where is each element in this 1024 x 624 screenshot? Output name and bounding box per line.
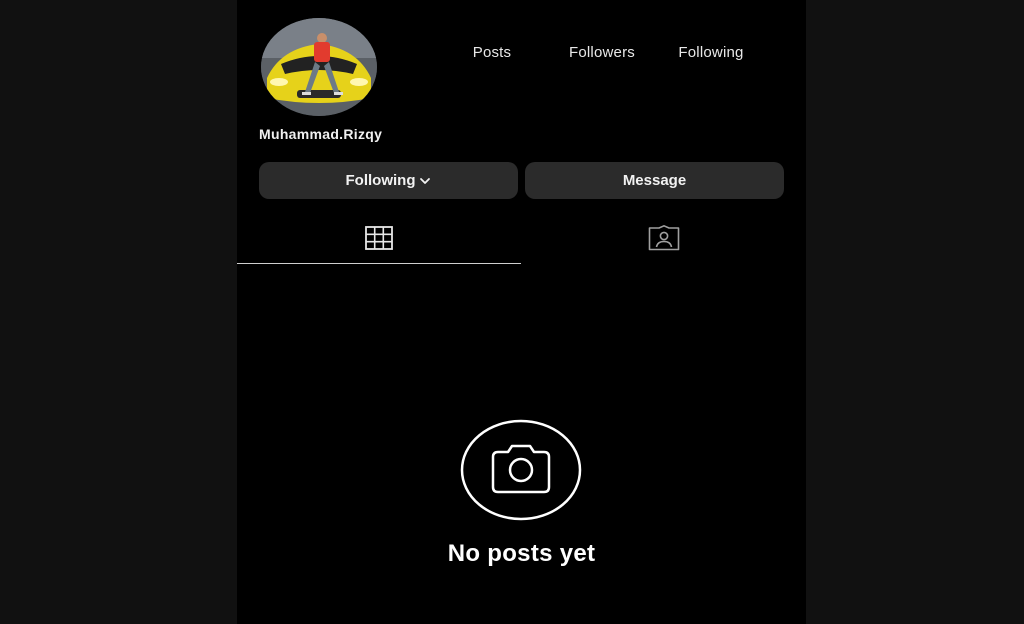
profile-screen: Posts Followers Following Muhammad.Rizqy…	[237, 0, 806, 624]
following-label: Following	[678, 44, 744, 61]
active-tab-indicator	[237, 263, 521, 264]
message-button-label: Message	[622, 172, 687, 189]
camera-icon	[460, 419, 582, 521]
chevron-down-icon	[420, 177, 431, 184]
tagged-icon	[648, 225, 679, 251]
following-button-label: Following	[345, 172, 416, 189]
followers-stat[interactable]: Followers	[562, 44, 642, 61]
avatar-photo	[261, 18, 377, 116]
profile-username: Muhammad.Rizqy	[259, 126, 383, 142]
avatar[interactable]	[261, 18, 377, 116]
tab-posts-grid[interactable]	[237, 212, 521, 264]
tab-tagged[interactable]	[521, 212, 806, 264]
following-stat[interactable]: Following	[671, 44, 751, 61]
right-letterbox	[806, 0, 1024, 624]
message-button[interactable]: Message	[525, 162, 784, 199]
following-button[interactable]: Following	[259, 162, 518, 199]
left-letterbox	[0, 0, 237, 624]
followers-label: Followers	[569, 44, 635, 61]
grid-icon	[365, 226, 393, 250]
empty-state-text: No posts yet	[447, 540, 596, 567]
posts-stat[interactable]: Posts	[467, 44, 517, 61]
posts-label: Posts	[472, 44, 512, 61]
empty-state-icon	[460, 419, 582, 521]
